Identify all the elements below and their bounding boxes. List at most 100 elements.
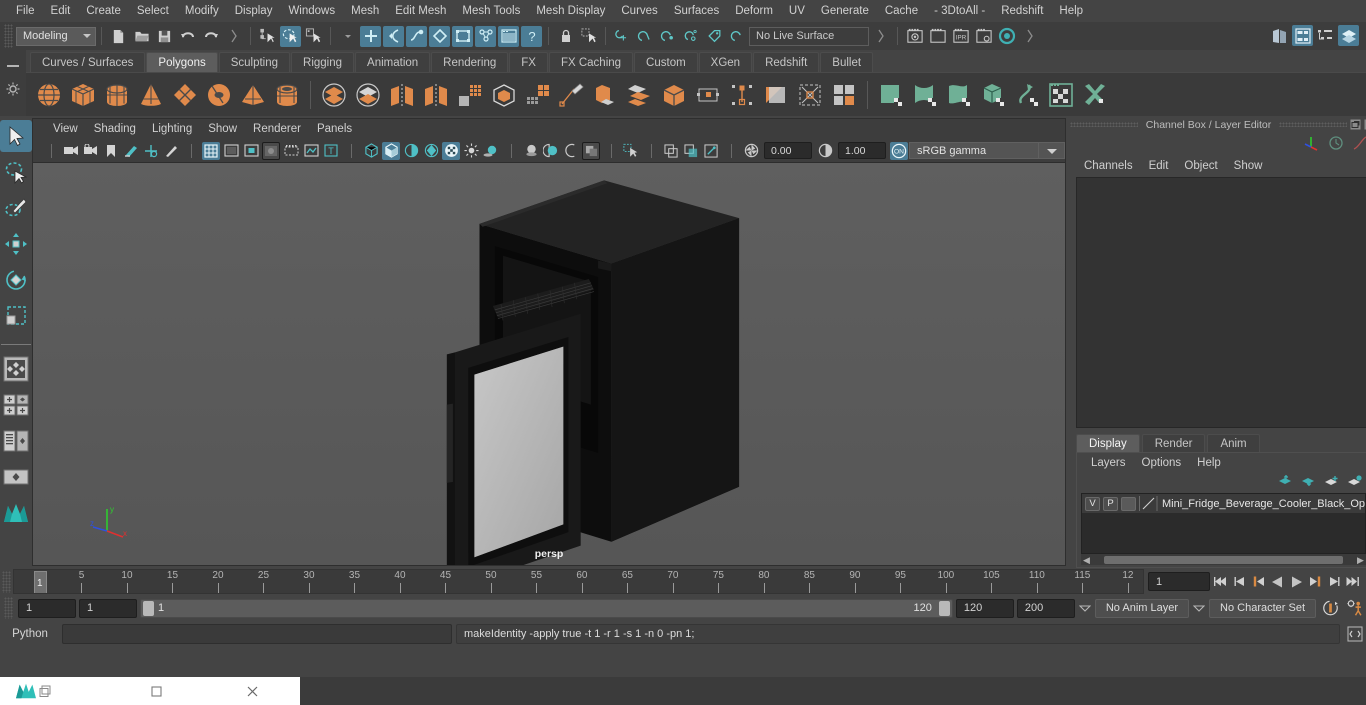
layer-playback-toggle[interactable]: P [1103, 496, 1118, 511]
playback-end-time-field[interactable]: 120 [955, 598, 1014, 618]
texture-toggle-button[interactable] [442, 141, 460, 160]
exposure-icon[interactable] [742, 142, 760, 160]
menu-item-help[interactable]: Help [1051, 0, 1091, 22]
chevron-right-icon-2[interactable] [870, 26, 891, 47]
paint-select-tool[interactable] [0, 192, 32, 224]
previous-key-button[interactable] [1250, 572, 1267, 591]
sidebar-toggle-button[interactable] [1269, 25, 1290, 46]
layer-tab-display[interactable]: Display [1076, 434, 1140, 452]
axis-icon[interactable] [1303, 135, 1321, 154]
gate-mask-button[interactable] [262, 141, 280, 160]
viewport-menu-lighting[interactable]: Lighting [144, 123, 200, 135]
color-profile-field[interactable]: sRGB gamma [909, 142, 1039, 159]
menu-item-mesh-display[interactable]: Mesh Display [528, 0, 613, 22]
layer-list[interactable]: V P Mini_Fridge_Beverage_Cooler_Black_Op [1081, 493, 1366, 554]
polygon-sphere-button[interactable] [32, 77, 66, 113]
menu-item-display[interactable]: Display [227, 0, 281, 22]
polygon-pipe-button[interactable] [270, 77, 304, 113]
character-set-selector[interactable]: No Character Set [1209, 598, 1316, 618]
layer-color-swatch[interactable] [1139, 496, 1158, 511]
construction-history-icon[interactable] [612, 26, 633, 47]
gamma-field[interactable]: 1.00 [838, 142, 886, 159]
film-gate-button[interactable] [222, 142, 240, 160]
attribute-editor-toggle-button[interactable] [1292, 25, 1313, 46]
save-scene-button[interactable] [154, 26, 175, 47]
shelf-tab-custom[interactable]: Custom [634, 52, 698, 72]
undock-panel-button[interactable] [1349, 119, 1361, 131]
uv-plane-button[interactable] [874, 77, 908, 113]
scroll-right-arrow[interactable]: ▶ [1355, 555, 1366, 564]
color-profile-dropdown-arrow[interactable] [1039, 142, 1065, 159]
shelf-tab-rendering[interactable]: Rendering [431, 52, 509, 72]
use-all-lights-button[interactable] [462, 142, 480, 160]
new-scene-button[interactable] [108, 26, 129, 47]
shelf-tab-animation[interactable]: Animation [355, 52, 431, 72]
layer-menu-options[interactable]: Options [1134, 457, 1190, 469]
time-slider-playhead[interactable]: 1 [34, 571, 47, 593]
shade-wireframe-button[interactable] [402, 142, 420, 160]
viewport-menu-panels[interactable]: Panels [309, 123, 360, 135]
gamma-icon[interactable] [816, 142, 834, 160]
shelf-tab-polygons[interactable]: Polygons [146, 52, 218, 72]
curve-tool-icon[interactable] [635, 26, 656, 47]
animation-end-time-field[interactable]: 200 [1016, 598, 1075, 618]
menu-item-file[interactable]: File [8, 0, 43, 22]
xray-joints-button[interactable] [302, 142, 320, 160]
polygon-pyramid-button[interactable] [236, 77, 270, 113]
image-plane-button[interactable] [122, 142, 140, 160]
surface-tool-icon[interactable] [658, 26, 679, 47]
menu-item-edit-mesh[interactable]: Edit Mesh [387, 0, 454, 22]
auto-keyframe-toggle[interactable] [1319, 599, 1341, 617]
xray-active-components-button[interactable] [682, 142, 700, 160]
chevron-right-icon[interactable] [223, 26, 244, 47]
layout-single-perspective[interactable] [0, 353, 32, 385]
shelf-tab-curves-surfaces[interactable]: Curves / Surfaces [30, 52, 146, 72]
menu-item-3dtoall[interactable]: - 3DtoAll - [926, 0, 993, 22]
select-by-component-button[interactable] [303, 26, 324, 47]
character-set-dropdown-arrow[interactable] [1192, 604, 1206, 612]
shelf-tab-fx-caching[interactable]: FX Caching [548, 52, 634, 72]
command-input-field[interactable] [62, 624, 452, 644]
clock-icon[interactable] [1327, 135, 1345, 154]
scroll-thumb[interactable] [1104, 555, 1344, 564]
menu-item-redshift[interactable]: Redshift [993, 0, 1051, 22]
taskbar-maximize-button[interactable] [109, 677, 204, 705]
polygon-torus-button[interactable] [202, 77, 236, 113]
separate-button[interactable] [351, 77, 385, 113]
lock-icon[interactable] [555, 26, 576, 47]
menu-item-generate[interactable]: Generate [813, 0, 877, 22]
go-to-end-button[interactable] [1345, 572, 1362, 591]
time-slider[interactable]: 1 5 10 15 20 25 30 35 40 45 50 55 60 65 70 75 80 85 90 95 1… [13, 569, 1144, 594]
menu-item-select[interactable]: Select [129, 0, 177, 22]
polygon-cylinder-button[interactable] [100, 77, 134, 113]
new-layer-from-selected-icon[interactable] [1347, 474, 1362, 490]
ambient-occlusion-button[interactable] [522, 142, 540, 160]
combine-button[interactable] [317, 77, 351, 113]
menu-item-modify[interactable]: Modify [177, 0, 227, 22]
reduce-button[interactable] [521, 77, 555, 113]
workspace-selector[interactable]: Modeling [16, 26, 96, 46]
time-slider-grip[interactable] [2, 570, 11, 593]
menu-item-mesh-tools[interactable]: Mesh Tools [454, 0, 528, 22]
layer-menu-help[interactable]: Help [1189, 457, 1229, 469]
tag-tool-icon[interactable] [704, 26, 725, 47]
render-settings-button[interactable] [973, 26, 994, 47]
menu-item-surfaces[interactable]: Surfaces [666, 0, 727, 22]
panel-grip-left[interactable] [1070, 122, 1138, 127]
viewport-menu-shading[interactable]: Shading [86, 123, 144, 135]
mirror-geometry-button[interactable] [385, 77, 419, 113]
layer-list-horizontal-scrollbar[interactable]: ◀ ▶ [1081, 554, 1366, 565]
resolution-gate-button[interactable] [242, 142, 260, 160]
current-frame-field[interactable]: 1 [1148, 572, 1210, 591]
outliner-toggle-button[interactable] [1315, 25, 1336, 46]
redo-render-button[interactable] [927, 26, 948, 47]
menu-item-windows[interactable]: Windows [280, 0, 343, 22]
target-weld-button[interactable] [691, 77, 725, 113]
uv-snapshot-button[interactable] [1078, 77, 1112, 113]
animation-preferences-button[interactable] [1344, 599, 1366, 617]
boolean-button[interactable] [487, 77, 521, 113]
menu-item-cache[interactable]: Cache [877, 0, 926, 22]
select-camera-button[interactable] [62, 142, 80, 160]
taskbar-close-button[interactable] [205, 677, 300, 705]
command-language-label[interactable]: Python [2, 628, 58, 640]
